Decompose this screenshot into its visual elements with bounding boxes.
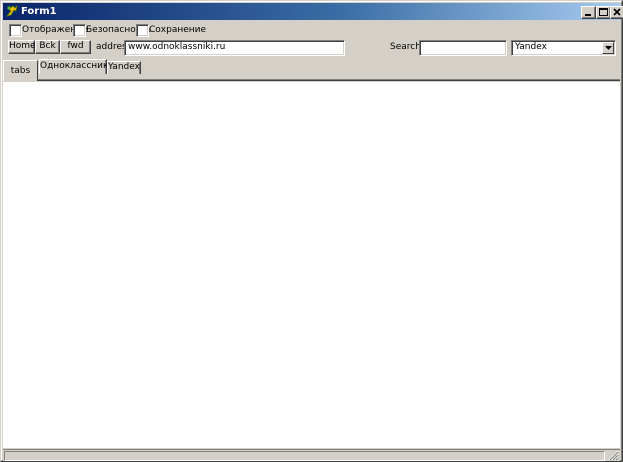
tab-strip-border — [3, 79, 620, 81]
maximize-button[interactable] — [596, 6, 611, 19]
dropdown-button[interactable] — [602, 42, 614, 54]
chevron-down-icon — [605, 46, 612, 50]
search-engine-select[interactable]: Yandex — [511, 40, 616, 56]
maximize-icon — [599, 8, 608, 16]
resize-grip-icon[interactable] — [608, 450, 619, 461]
tab-yandex[interactable]: Yandex — [107, 61, 141, 74]
security-checkbox[interactable] — [73, 24, 86, 37]
search-engine-value: Yandex — [515, 42, 547, 52]
close-icon — [613, 8, 621, 16]
minimize-icon — [585, 14, 591, 16]
display-checkbox[interactable] — [9, 24, 22, 37]
close-button[interactable] — [610, 6, 623, 19]
save-label: Сохранение — [149, 25, 207, 35]
main-window: Form1 Отображение Безопасность Сохранени… — [0, 0, 623, 462]
back-button[interactable]: Bck — [35, 40, 60, 54]
tab-tabs[interactable]: tabs — [3, 60, 38, 81]
status-panel — [4, 451, 605, 461]
forward-button[interactable]: fwd — [60, 40, 91, 54]
title-bar[interactable]: Form1 — [3, 3, 623, 20]
address-input[interactable]: www.odnoklassniki.ru — [124, 40, 345, 56]
window-title: Form1 — [21, 6, 57, 17]
search-input[interactable] — [419, 40, 507, 56]
tab-odnoklassniki[interactable]: Одноклассники — [39, 59, 114, 74]
minimize-button[interactable] — [581, 6, 596, 19]
status-bar — [3, 449, 620, 461]
home-button[interactable]: Home — [8, 40, 36, 54]
browser-content-area[interactable] — [3, 82, 620, 448]
save-checkbox[interactable] — [136, 24, 149, 37]
app-icon — [5, 4, 18, 17]
